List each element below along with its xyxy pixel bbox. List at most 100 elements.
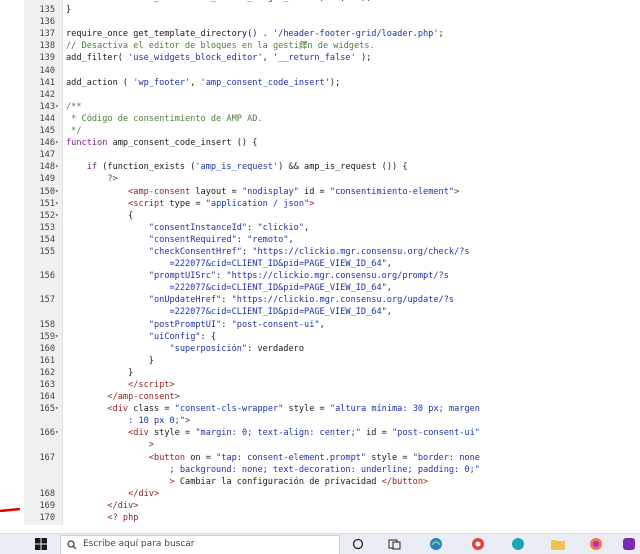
code-line[interactable]: 135} (0, 4, 640, 16)
code-line[interactable]: 161 } (0, 355, 640, 367)
code-text: } (66, 5, 72, 16)
code-line[interactable]: 151 ▾ <script type = "application / json"… (0, 198, 640, 210)
code-text: ; background: none; text-decoration: und… (169, 464, 480, 475)
folder-icon[interactable] (548, 534, 568, 554)
app-icon[interactable] (508, 534, 528, 554)
line-number: 153 (39, 222, 55, 233)
code-line[interactable]: 150 ▾ <amp-consent layout = "nodisplay" i… (0, 186, 640, 198)
line-number: 137 (39, 29, 55, 40)
code-line[interactable]: 153 "consentInstanceId": "clickio", (0, 222, 640, 234)
fold-toggle-icon[interactable]: ▾ (55, 137, 61, 149)
code-line[interactable]: 140 (0, 65, 640, 77)
fold-toggle-icon[interactable]: ▾ (55, 101, 61, 113)
code-line[interactable]: 168 </div> (0, 488, 640, 500)
code-line[interactable]: 171✕ } (0, 524, 640, 525)
code-line[interactable]: 159 ▾ "uiConfig": { (0, 331, 640, 343)
code-text: <script type = "application / json"> (128, 198, 315, 209)
taskbar-search-box[interactable]: Escribe aquí para buscar (60, 535, 340, 554)
code-line[interactable]: 141 add_action ( 'wp_footer', 'amp_consen… (0, 77, 640, 89)
fold-toggle-icon[interactable]: ▾ (55, 198, 61, 210)
code-line[interactable]: 136 (0, 16, 640, 28)
code-line[interactable]: 155 "checkConsentHref": "https://clickio… (0, 246, 640, 258)
code-text: > (148, 440, 154, 451)
task-view-icon[interactable] (384, 534, 404, 554)
code-text: "postPromptUI": "post-consent-ui", (148, 319, 325, 330)
code-line[interactable]: 158 "postPromptUI": "post-consent-ui", (0, 319, 640, 331)
code-editor[interactable]: 134 'neve_customizer_custom_widget_areas… (0, 0, 640, 525)
code-text: function amp_consent_code_insert () { (66, 138, 258, 149)
line-number: 139 (39, 53, 55, 64)
windows-start-icon[interactable] (30, 534, 52, 554)
code-text: </amp-consent> (107, 392, 180, 403)
code-line[interactable]: 163 </script> (0, 379, 640, 391)
code-line[interactable]: 169 </div> (0, 500, 640, 512)
code-line[interactable]: 167 <button on = "tap: consent-element.p… (0, 452, 640, 464)
code-text: "checkConsentHref": "https://clickio.mgr… (148, 246, 470, 257)
code-line[interactable]: 143 ▾ /** (0, 101, 640, 113)
fold-toggle-icon[interactable]: ▾ (55, 427, 61, 439)
code-line[interactable]: 138 // Desactiva el editor de bloques en … (0, 40, 640, 52)
line-number: 164 (39, 392, 55, 403)
line-number: 135 (39, 5, 55, 16)
line-number: 149 (39, 174, 55, 185)
error-pointer-arrow (0, 508, 21, 512)
code-line[interactable]: 152 ▾ { (0, 210, 640, 222)
edge-icon[interactable] (426, 534, 446, 554)
code-text: "onUpdateHref": "https://clickio.mgr.con… (148, 295, 455, 306)
code-line[interactable]: 139 add_filter( 'use_widgets_block_editor… (0, 52, 640, 64)
code-line[interactable]: 137 require_once get_template_directory()… (0, 28, 640, 40)
code-line[interactable]: 157 "onUpdateHref": "https://clickio.mgr… (0, 294, 640, 306)
code-line[interactable]: 149 ?> (0, 173, 640, 185)
code-line[interactable]: 164 </amp-consent> (0, 391, 640, 403)
code-line[interactable]: 147 (0, 149, 640, 161)
code-line[interactable]: > Cambiar la configuración de privacidad… (0, 476, 640, 488)
line-number: 158 (39, 319, 55, 330)
code-line[interactable]: 156 "promptUISrc": "https://clickio.mgr.… (0, 270, 640, 282)
code-line[interactable]: 166 ▾ <div style = "margin: 0; text-align… (0, 427, 640, 439)
line-number: 150 (39, 186, 55, 197)
code-text: add_filter( 'use_widgets_block_editor', … (66, 53, 372, 64)
firefox-icon[interactable] (586, 534, 606, 554)
chrome-icon[interactable] (468, 534, 488, 554)
app2-icon[interactable] (620, 534, 638, 554)
fold-toggle-icon[interactable]: ▾ (55, 186, 61, 198)
code-line[interactable]: 154 "consentRequired": "remoto", (0, 234, 640, 246)
fold-toggle-icon[interactable]: ▾ (55, 331, 61, 343)
fold-toggle-icon[interactable]: ▾ (55, 161, 61, 173)
code-line[interactable]: : 10 px 0;"> (0, 415, 640, 427)
line-number: 152 (39, 210, 55, 221)
line-number: 154 (39, 234, 55, 245)
code-line[interactable]: ; background: none; text-decoration: und… (0, 464, 640, 476)
code-text: } (66, 355, 154, 366)
line-number: 138 (39, 41, 55, 52)
code-line[interactable]: > (0, 439, 640, 451)
line-number: 157 (39, 295, 55, 306)
fold-toggle-icon[interactable]: ▾ (55, 403, 61, 415)
code-line[interactable]: 144 * Código de consentimiento de AMP AD… (0, 113, 640, 125)
search-icon (67, 540, 77, 550)
code-line[interactable]: 145 */ (0, 125, 640, 137)
code-line[interactable]: 148 ▾ if (function_exists ('amp_is_reques… (0, 161, 640, 173)
code-text: require_once get_template_directory() . … (66, 29, 444, 40)
fold-toggle-icon[interactable]: ▾ (55, 210, 61, 222)
line-number: 146 (39, 138, 55, 149)
code-text: </script> (128, 380, 175, 390)
line-number: 136 (39, 17, 55, 28)
code-line[interactable]: =222077&cid=CLIENT_ID&pid=PAGE_VIEW_ID_6… (0, 258, 640, 270)
code-text: add_action ( 'wp_footer', 'amp_consent_c… (66, 77, 341, 88)
code-line[interactable]: 170 <? php (0, 512, 640, 524)
code-line[interactable]: 165 ▾ <div class = "consent-cls-wrapper" … (0, 403, 640, 415)
search-placeholder: Escribe aquí para buscar (83, 539, 195, 549)
code-line[interactable]: 160 "superposición": verdadero (0, 343, 640, 355)
code-text: =222077&cid=CLIENT_ID&pid=PAGE_VIEW_ID_6… (169, 307, 392, 318)
code-lines: 134 'neve_customizer_custom_widget_areas… (0, 0, 640, 525)
cortana-icon[interactable] (348, 534, 368, 554)
code-text: </div> (107, 500, 139, 511)
code-line[interactable]: 142 (0, 89, 640, 101)
code-line[interactable]: 146 ▾ function amp_consent_code_insert () … (0, 137, 640, 149)
code-line[interactable]: =222077&cid=CLIENT_ID&pid=PAGE_VIEW_ID_6… (0, 282, 640, 294)
code-line[interactable]: 162 } (0, 367, 640, 379)
code-text: <div class = "consent-cls-wrapper" style… (107, 404, 480, 415)
line-number: 144 (39, 113, 55, 124)
code-line[interactable]: =222077&cid=CLIENT_ID&pid=PAGE_VIEW_ID_6… (0, 306, 640, 318)
